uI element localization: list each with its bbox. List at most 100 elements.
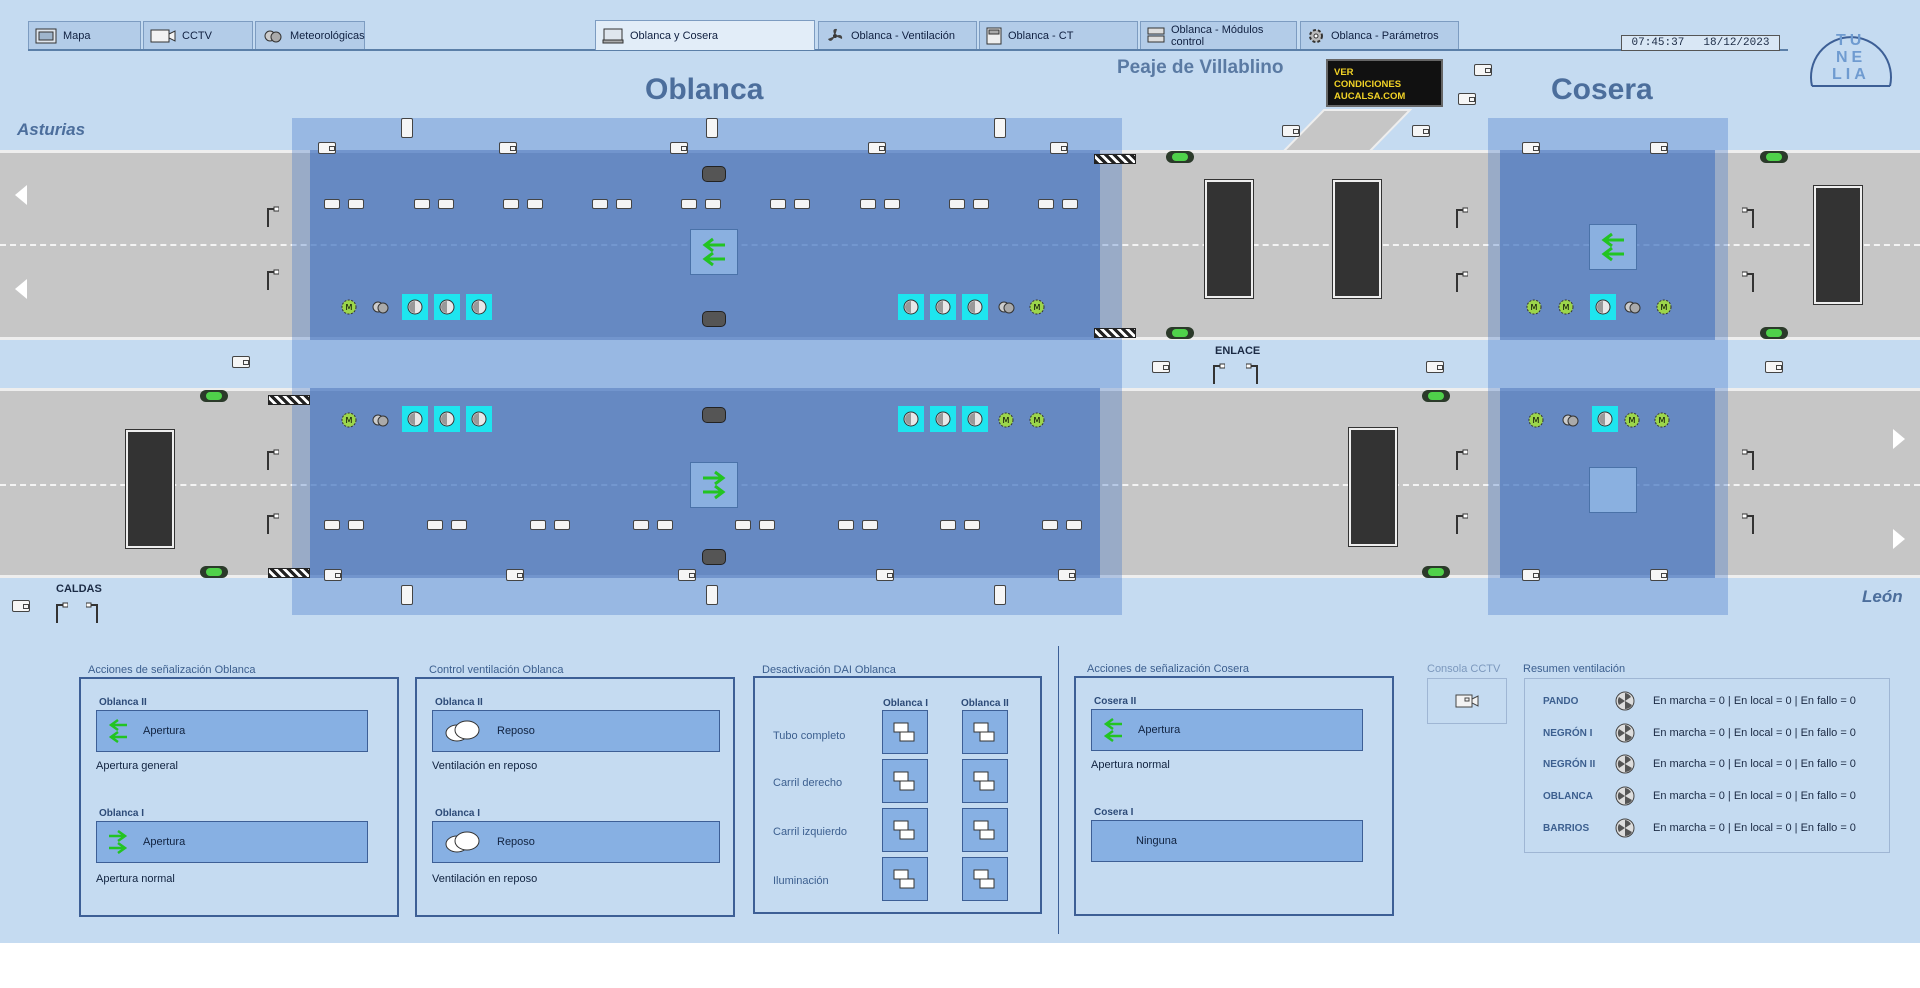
street-lamp-icon[interactable]: [265, 205, 279, 227]
cloud-sensor-icon[interactable]: [370, 297, 390, 317]
co-sensor[interactable]: [466, 294, 492, 320]
oblanca-i-signal-button[interactable]: Apertura: [96, 821, 368, 863]
opacity-sensor-icon[interactable]: M: [1654, 297, 1674, 317]
cctv-console-button[interactable]: [1427, 678, 1507, 724]
sos-phone-icon[interactable]: [706, 118, 718, 138]
street-lamp-icon[interactable]: [54, 601, 68, 623]
dai-detector-icon[interactable]: [633, 520, 649, 530]
camera-icon[interactable]: [1458, 93, 1476, 105]
dai-detector-icon[interactable]: [324, 520, 340, 530]
dai-detector-icon[interactable]: [1062, 199, 1078, 209]
barrier-gate[interactable]: [268, 568, 310, 578]
dai-toggle-oblanca-ii-tubo[interactable]: [962, 710, 1008, 754]
dai-detector-icon[interactable]: [860, 199, 876, 209]
oblanca-ii-signal-button[interactable]: Apertura: [96, 710, 368, 752]
dai-detector-icon[interactable]: [862, 520, 878, 530]
traffic-signal-green[interactable]: [1760, 151, 1788, 163]
dai-detector-icon[interactable]: [884, 199, 900, 209]
street-lamp-icon[interactable]: [1742, 206, 1756, 228]
camera-icon[interactable]: [499, 142, 517, 154]
dai-detector-icon[interactable]: [616, 199, 632, 209]
dai-detector-icon[interactable]: [735, 520, 751, 530]
camera-icon[interactable]: [1412, 125, 1430, 137]
dai-detector-icon[interactable]: [503, 199, 519, 209]
street-lamp-icon[interactable]: [1454, 206, 1468, 228]
barrier-gate[interactable]: [1094, 328, 1136, 338]
lane-sign-cosera-i[interactable]: [1589, 467, 1637, 513]
opacity-sensor-icon[interactable]: M: [339, 410, 359, 430]
dai-detector-icon[interactable]: [949, 199, 965, 209]
co-sensor[interactable]: [402, 406, 428, 432]
dai-detector-icon[interactable]: [1038, 199, 1054, 209]
tab-mapa[interactable]: Mapa: [28, 21, 141, 49]
traffic-signal-green[interactable]: [1422, 390, 1450, 402]
opacity-sensor-icon[interactable]: M: [1027, 410, 1047, 430]
co-sensor[interactable]: [898, 406, 924, 432]
sos-phone-icon[interactable]: [401, 118, 413, 138]
street-lamp-icon[interactable]: [265, 268, 279, 290]
street-lamp-icon[interactable]: [1211, 362, 1225, 384]
cloud-sensor-icon[interactable]: [370, 410, 390, 430]
opacity-sensor-icon[interactable]: M: [1652, 410, 1672, 430]
dai-toggle-oblanca-ii-iluminacion[interactable]: [962, 857, 1008, 901]
camera-icon[interactable]: [12, 600, 30, 612]
dai-detector-icon[interactable]: [1042, 520, 1058, 530]
camera-icon[interactable]: [1426, 361, 1444, 373]
dai-detector-icon[interactable]: [592, 199, 608, 209]
jet-fan[interactable]: [702, 407, 726, 423]
camera-icon[interactable]: [678, 569, 696, 581]
dai-detector-icon[interactable]: [681, 199, 697, 209]
lane-sign-oblanca-ii[interactable]: [690, 229, 738, 275]
co-sensor[interactable]: [466, 406, 492, 432]
lane-sign-cosera-ii[interactable]: [1589, 224, 1637, 270]
dai-detector-icon[interactable]: [414, 199, 430, 209]
opacity-sensor-icon[interactable]: M: [1524, 297, 1544, 317]
sos-phone-icon[interactable]: [994, 585, 1006, 605]
tab-oblanca-y-cosera[interactable]: Oblanca y Cosera: [595, 20, 815, 50]
dai-detector-icon[interactable]: [324, 199, 340, 209]
tab-oblanca-ct[interactable]: Oblanca - CT: [979, 21, 1138, 49]
opacity-sensor-icon[interactable]: M: [1027, 297, 1047, 317]
dai-toggle-oblanca-ii-izquierdo[interactable]: [962, 808, 1008, 852]
traffic-signal-green[interactable]: [1760, 327, 1788, 339]
lane-sign-oblanca-i[interactable]: [690, 462, 738, 508]
dai-toggle-oblanca-i-iluminacion[interactable]: [882, 857, 928, 901]
camera-icon[interactable]: [670, 142, 688, 154]
dai-detector-icon[interactable]: [451, 520, 467, 530]
dai-toggle-oblanca-i-tubo[interactable]: [882, 710, 928, 754]
opacity-sensor-icon[interactable]: M: [1526, 410, 1546, 430]
street-lamp-icon[interactable]: [86, 601, 100, 623]
dai-detector-icon[interactable]: [964, 520, 980, 530]
tab-oblanca-ventilacion[interactable]: Oblanca - Ventilación: [818, 21, 977, 49]
camera-icon[interactable]: [1522, 569, 1540, 581]
dai-detector-icon[interactable]: [348, 520, 364, 530]
cloud-sensor-icon[interactable]: [996, 297, 1016, 317]
opacity-sensor-icon[interactable]: M: [996, 410, 1016, 430]
street-lamp-icon[interactable]: [1454, 512, 1468, 534]
sos-phone-icon[interactable]: [401, 585, 413, 605]
traffic-signal-green[interactable]: [1166, 151, 1194, 163]
oblanca-ii-ventilation-button[interactable]: Reposo: [432, 710, 720, 752]
camera-icon[interactable]: [1765, 361, 1783, 373]
co-sensor[interactable]: [402, 294, 428, 320]
oblanca-i-ventilation-button[interactable]: Reposo: [432, 821, 720, 863]
camera-icon[interactable]: [1522, 142, 1540, 154]
dai-detector-icon[interactable]: [1066, 520, 1082, 530]
street-lamp-icon[interactable]: [1454, 270, 1468, 292]
cloud-sensor-icon[interactable]: [1560, 410, 1580, 430]
dai-detector-icon[interactable]: [657, 520, 673, 530]
co-sensor[interactable]: [930, 294, 956, 320]
camera-icon[interactable]: [876, 569, 894, 581]
barrier-gate[interactable]: [268, 395, 310, 405]
sos-phone-icon[interactable]: [706, 585, 718, 605]
camera-icon[interactable]: [1050, 142, 1068, 154]
dai-detector-icon[interactable]: [438, 199, 454, 209]
street-lamp-icon[interactable]: [1454, 448, 1468, 470]
co-sensor[interactable]: [962, 294, 988, 320]
camera-icon[interactable]: [1474, 64, 1492, 76]
dai-detector-icon[interactable]: [348, 199, 364, 209]
co-sensor[interactable]: [898, 294, 924, 320]
tab-cctv[interactable]: CCTV: [143, 21, 253, 49]
barrier-gate[interactable]: [1094, 154, 1136, 164]
cosera-ii-signal-button[interactable]: Apertura: [1091, 709, 1363, 751]
